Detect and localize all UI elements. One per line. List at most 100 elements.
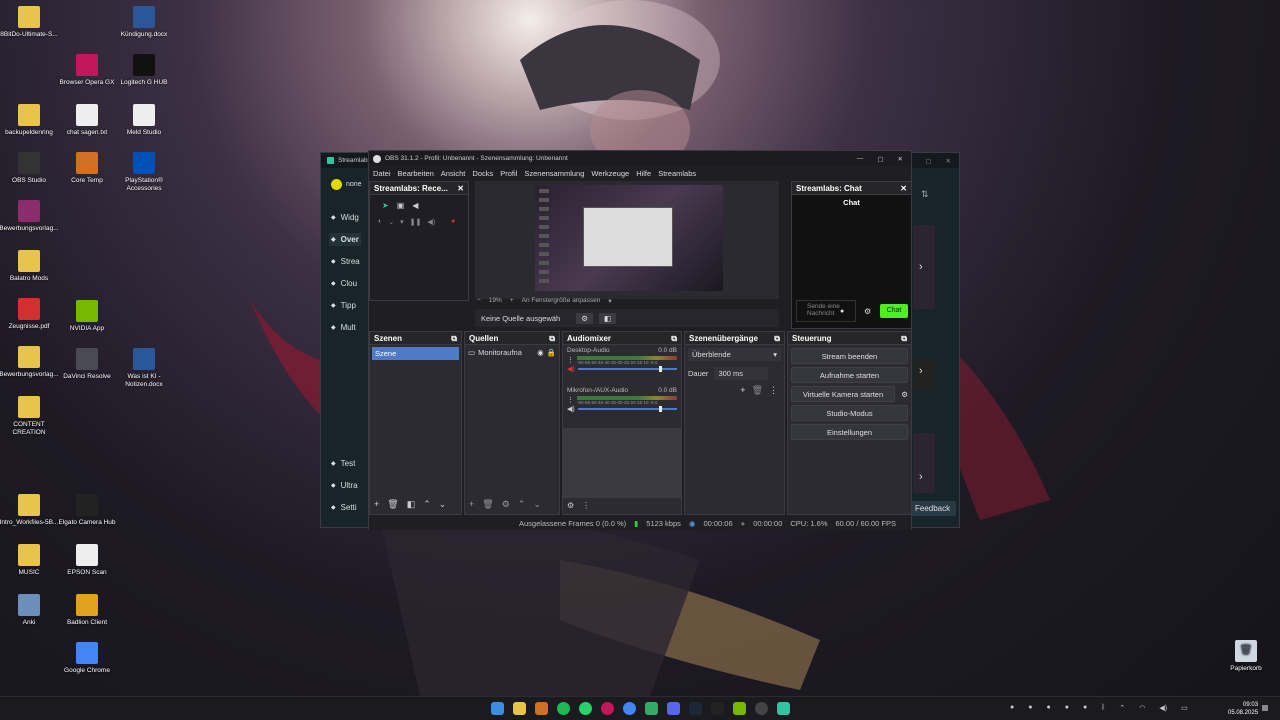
up-icon[interactable]: ⌃ bbox=[518, 499, 526, 510]
zoom-out-icon[interactable]: − bbox=[477, 297, 481, 305]
lock-icon[interactable]: 🔒 bbox=[547, 348, 556, 357]
gear-icon[interactable]: ⚙ bbox=[901, 387, 908, 402]
desktop-icon[interactable]: 8BitDo-Ultimate-S... bbox=[0, 6, 61, 39]
mute-icon[interactable]: ◀) bbox=[567, 365, 575, 373]
dock-menu-icon[interactable]: ⧉ bbox=[549, 334, 555, 343]
whatsapp-icon[interactable] bbox=[579, 702, 592, 715]
slider-handle[interactable] bbox=[659, 366, 663, 372]
menu-item[interactable]: Werkzeuge bbox=[591, 169, 629, 178]
recycle-bin[interactable]: 🗑 Papierkorb bbox=[1214, 640, 1278, 673]
feedback-button[interactable]: Feedback bbox=[909, 501, 957, 516]
battery-icon[interactable]: ▭ bbox=[1181, 704, 1188, 712]
file-explorer-icon[interactable] bbox=[513, 702, 526, 715]
sort-icon[interactable]: ⇅ bbox=[921, 189, 929, 200]
volume-icon[interactable]: ◀) bbox=[427, 218, 435, 226]
obs-taskbar-icon[interactable] bbox=[755, 702, 768, 715]
scene-item[interactable]: Szene bbox=[372, 347, 459, 360]
pause-icon[interactable]: ❚❚ bbox=[410, 218, 422, 226]
slider-handle[interactable] bbox=[659, 406, 663, 412]
start-icon[interactable] bbox=[491, 702, 504, 715]
desktop-icon[interactable]: CONTENT CREATION bbox=[0, 396, 61, 437]
down-icon[interactable]: ⌄ bbox=[439, 499, 447, 510]
chat-input[interactable]: Sende eine Nachricht bbox=[796, 300, 856, 322]
menu-item[interactable]: Datei bbox=[373, 169, 391, 178]
fit-window-button[interactable]: An Fenstergröße anpassen bbox=[522, 297, 601, 305]
zoom-in-icon[interactable]: + bbox=[510, 297, 514, 305]
sidebar-item[interactable]: ◆ Ultra bbox=[329, 479, 360, 492]
sidebar-item[interactable]: ◆ Tipp bbox=[329, 299, 358, 312]
desktop-icon[interactable]: EPSON Scan bbox=[55, 544, 119, 577]
bluetooth-icon[interactable]: ᛒ bbox=[1101, 704, 1105, 712]
menu-item[interactable]: Docks bbox=[472, 169, 493, 178]
control-button[interactable]: Aufnahme starten bbox=[791, 367, 908, 383]
dock-menu-icon[interactable]: ⧉ bbox=[671, 334, 677, 343]
close-icon[interactable]: ✕ bbox=[946, 157, 951, 165]
chevron-up-icon[interactable]: ⌃ bbox=[1119, 704, 1125, 712]
eye-icon[interactable]: ◉ bbox=[537, 348, 544, 357]
chevron-down-icon[interactable]: ⌄ bbox=[388, 218, 394, 226]
streamlabs-taskbar-icon[interactable] bbox=[777, 702, 790, 715]
desktop-icon[interactable]: PlayStation® Accessories bbox=[112, 152, 176, 193]
chrome-icon[interactable] bbox=[623, 702, 636, 715]
desktop-icon[interactable]: Was ist KI - Notizen.docx bbox=[112, 348, 176, 389]
source-item[interactable]: ▭ Monitoraufna ◉ 🔒 bbox=[465, 345, 559, 360]
maximize-icon[interactable]: ▢ bbox=[925, 157, 931, 165]
preview-area[interactable] bbox=[475, 181, 779, 299]
desktop-icon[interactable]: Logitech G HUB bbox=[112, 54, 176, 87]
control-button[interactable]: Studio-Modus bbox=[791, 405, 908, 421]
nvidia-icon[interactable] bbox=[733, 702, 746, 715]
desktop-icon[interactable]: Anki bbox=[0, 594, 61, 627]
down-icon[interactable]: ⌄ bbox=[533, 499, 541, 510]
taskbar-app-icon[interactable] bbox=[645, 702, 658, 715]
clock[interactable]: 09:03 05.08.2025 bbox=[1228, 701, 1258, 717]
dock-menu-icon[interactable]: ⧉ bbox=[901, 334, 907, 343]
control-button[interactable]: ⚙ Virtuelle Kamera starten bbox=[791, 386, 908, 402]
record-dot-icon[interactable]: ● bbox=[451, 218, 455, 226]
desktop-icon[interactable]: Bewerbungsvorlag... bbox=[0, 200, 61, 233]
desktop-icon[interactable]: Zeugnisse.pdf bbox=[0, 298, 61, 331]
spotify-icon[interactable] bbox=[557, 702, 570, 715]
chevron-down-icon[interactable]: ▾ bbox=[608, 297, 611, 305]
advanced-audio-icon[interactable]: ⚙ bbox=[567, 501, 574, 510]
menu-item[interactable]: Szenensammlung bbox=[524, 169, 584, 178]
desktop-icon[interactable]: Core Temp bbox=[55, 152, 119, 185]
desktop-icon[interactable]: Badlion Client bbox=[55, 594, 119, 627]
transition-select[interactable]: Überblende ▾ bbox=[688, 348, 781, 361]
desktop-icon[interactable]: Google Chrome bbox=[55, 642, 119, 675]
sidebar-item[interactable]: ◆ Strea bbox=[329, 255, 362, 268]
sidebar-item[interactable]: ◆ Setti bbox=[329, 501, 359, 514]
menu-item[interactable]: Ansicht bbox=[441, 169, 466, 178]
duration-input[interactable]: 300 ms bbox=[714, 367, 769, 380]
desktop-icon[interactable]: Elgato Camera Hub bbox=[55, 494, 119, 527]
steam-icon[interactable] bbox=[689, 702, 702, 715]
tray-icon[interactable]: ● bbox=[1010, 704, 1014, 712]
obs-window[interactable]: OBS 31.1.2 - Profil: Unbenannt - Szenens… bbox=[368, 150, 912, 530]
sidebar-item[interactable]: ◆ Widg bbox=[329, 211, 361, 224]
desktop-icon[interactable]: Intro_Workfiles-5B... bbox=[0, 494, 61, 527]
filters-icon[interactable]: ◧ bbox=[598, 312, 617, 324]
sidebar-item[interactable]: ◆ Mult bbox=[329, 321, 358, 334]
gift-icon[interactable]: ▣ bbox=[397, 201, 405, 210]
discord-icon[interactable] bbox=[667, 702, 680, 715]
filter-icon[interactable]: ◧ bbox=[407, 499, 416, 510]
tray-icon[interactable]: ● bbox=[1065, 704, 1069, 712]
more-icon[interactable]: ⋮ bbox=[567, 356, 574, 364]
opera-gx-icon[interactable] bbox=[601, 702, 614, 715]
settings-icon[interactable]: ◐ bbox=[378, 218, 382, 226]
tray-icon[interactable]: ● bbox=[1083, 704, 1087, 712]
notification-icon[interactable] bbox=[1262, 705, 1268, 711]
tray-icon[interactable]: ● bbox=[1046, 704, 1050, 712]
taskbar-app-icon[interactable] bbox=[535, 702, 548, 715]
tray-icon[interactable]: ● bbox=[1028, 704, 1032, 712]
desktop-icon[interactable]: chat sagen.txt bbox=[55, 104, 119, 137]
chevron-right-icon[interactable]: › bbox=[919, 471, 923, 483]
sidebar-item[interactable]: ◆ Over bbox=[329, 233, 361, 246]
desktop-icon[interactable]: backupeldenring bbox=[0, 104, 61, 137]
volume-slider[interactable] bbox=[577, 366, 677, 372]
close-icon[interactable]: ✕ bbox=[898, 155, 903, 163]
close-icon[interactable]: ✕ bbox=[900, 184, 907, 193]
add-icon[interactable]: + bbox=[740, 385, 745, 396]
dock-menu-icon[interactable]: ⧉ bbox=[451, 334, 457, 343]
more-icon[interactable]: ⋮ bbox=[567, 396, 574, 404]
send-icon[interactable]: ➤ bbox=[382, 201, 389, 210]
